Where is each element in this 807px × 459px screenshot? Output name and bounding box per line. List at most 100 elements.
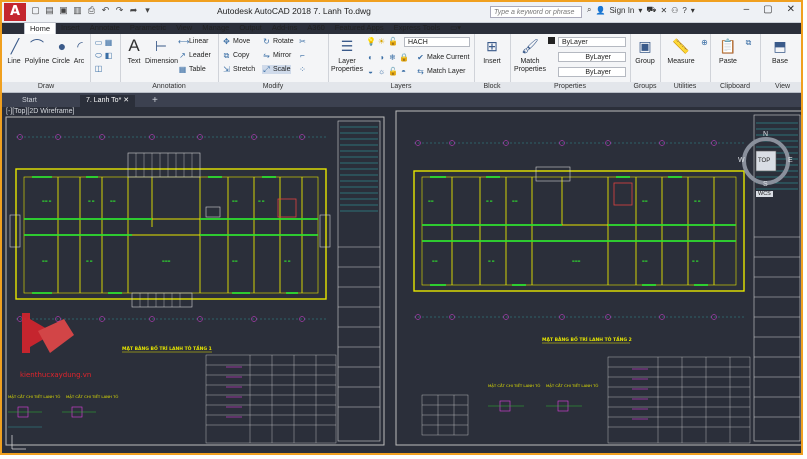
viewcube-top[interactable]: TOP (758, 158, 770, 164)
sign-in-link[interactable]: Sign In (609, 6, 634, 15)
viewcube-east[interactable]: E (788, 157, 793, 164)
tab-insert[interactable]: Insert (56, 22, 85, 34)
tab-a360[interactable]: A360 (302, 22, 330, 34)
redo-icon[interactable]: ↷ (114, 5, 125, 16)
color-dropdown[interactable]: ByLayer (558, 37, 626, 47)
move-tool[interactable]: ✥ Move (222, 37, 250, 46)
layer-unlock-icon[interactable]: 🔓 (388, 67, 398, 76)
layer-isolate-icon[interactable]: ◑ (377, 53, 386, 62)
cart-icon[interactable]: ⛟ (646, 5, 656, 15)
stretch-tool[interactable]: ⇲ Stretch (222, 65, 255, 74)
help-icon[interactable]: ? (682, 6, 686, 15)
make-current-tool[interactable]: ✔ Make Current (416, 53, 469, 62)
panel-properties-title[interactable]: Properties (510, 82, 630, 92)
search-input[interactable]: Type a keyword or phrase (490, 6, 582, 18)
tab-add-ins[interactable]: Add-ins (267, 22, 302, 34)
measure-tool[interactable]: 📏 Measure (664, 36, 698, 66)
table-tool[interactable]: ▦ Table (178, 65, 206, 74)
trim-tool[interactable]: ✂ (298, 37, 307, 46)
hatch-tool[interactable]: ▦ (104, 38, 113, 47)
dimension-tool[interactable]: ⊢ Dimension (145, 36, 178, 66)
text-tool[interactable]: A Text (124, 36, 144, 66)
panel-groups-title[interactable]: Groups (630, 82, 660, 92)
tab-start[interactable]: Start (16, 95, 43, 107)
panel-utilities-title[interactable]: Utilities (660, 82, 710, 92)
new-tab-button[interactable]: + (146, 95, 164, 107)
quick-select-icon[interactable]: ⊕ (700, 38, 709, 47)
sun-icon[interactable]: ☀ (377, 37, 386, 46)
array-tool[interactable]: ⁘ (298, 65, 307, 74)
panel-layers-title[interactable]: Layers (328, 82, 474, 92)
base-view-tool[interactable]: ⬒ Base (766, 36, 794, 66)
new-icon[interactable]: ▢ (30, 5, 41, 16)
layer-thaw-icon[interactable]: ☼ (377, 67, 386, 76)
layer-properties-tool[interactable]: ☰ Layer Properties (331, 36, 363, 74)
polyline-tool[interactable]: ⌒ Polyline (24, 36, 50, 66)
copy-clip-tool[interactable]: ⧉ (744, 38, 753, 47)
arc-tool[interactable]: ◜ Arc (70, 36, 88, 66)
layer-on-icon[interactable]: ◓ (399, 67, 408, 76)
gradient-tool[interactable]: ◧ (104, 51, 113, 60)
user-icon[interactable]: 👤 (595, 6, 605, 15)
scale-tool[interactable]: ⤢ Scale (262, 65, 291, 74)
viewcube-south[interactable]: S (763, 181, 768, 188)
panel-block-title[interactable]: Block (474, 82, 510, 92)
undo-icon[interactable]: ↶ (100, 5, 111, 16)
linear-tool[interactable]: ⟷ Linear (178, 37, 208, 46)
open-icon[interactable]: ▤ (44, 5, 55, 16)
rectangle-tool[interactable]: ▭ (94, 38, 103, 47)
layer-freeze-icon[interactable]: ❄ (388, 53, 397, 62)
rotate-tool[interactable]: ↻ Rotate (262, 37, 293, 46)
tab-featured-apps[interactable]: Featured Apps (330, 22, 389, 34)
layer-off-icon[interactable]: ◐ (366, 53, 375, 62)
chevron-down-icon[interactable]: ▾ (691, 6, 695, 15)
close-icon[interactable]: ✕ (787, 4, 795, 15)
print-icon[interactable]: ⎙ (86, 5, 97, 16)
maximize-icon[interactable]: ▢ (763, 4, 772, 15)
panel-clipboard-title[interactable]: Clipboard (710, 82, 760, 92)
workspace-dropdown-icon[interactable]: ▾ (142, 5, 153, 16)
circle-tool[interactable]: ● Circle (52, 36, 70, 66)
close-tab-icon[interactable]: ✕ (123, 97, 129, 104)
ribbon-toggle-icon[interactable]: ▭▾ (445, 22, 466, 34)
search-icon[interactable]: ⌕ (587, 5, 591, 15)
group-tool[interactable]: ▣ Group (632, 36, 658, 66)
ellipse-tool[interactable]: ⬭ (94, 51, 103, 60)
application-menu-button[interactable]: A (4, 3, 26, 21)
match-layer-tool[interactable]: ⇆ Match Layer (416, 67, 465, 76)
exchange-icon[interactable]: ✕ (660, 6, 667, 15)
tab-home[interactable]: Home (24, 22, 57, 34)
panel-draw-title[interactable]: Draw (2, 82, 90, 92)
share-icon[interactable]: ➦ (128, 5, 139, 16)
paste-tool[interactable]: 📋 Paste (714, 36, 742, 66)
tab-parametric[interactable]: Parametric (125, 22, 171, 34)
viewcube-north[interactable]: N (763, 131, 768, 138)
viewcube-west[interactable]: W (738, 157, 745, 164)
tab-express-tools[interactable]: Express Tools (389, 22, 446, 34)
insert-tool[interactable]: ⊞ Insert (477, 36, 507, 66)
tab-active-drawing[interactable]: 7. Lanh To* ✕ (80, 95, 136, 107)
save-as-icon[interactable]: ▥ (72, 5, 83, 16)
lightbulb-icon[interactable]: 💡 (366, 37, 376, 46)
mirror-tool[interactable]: ⇋ Mirror (262, 51, 291, 60)
match-properties-tool[interactable]: 🖌 Match Properties (513, 36, 547, 74)
lock-icon[interactable]: 🔓 (388, 37, 398, 46)
layer-lock-icon[interactable]: 🔒 (399, 53, 409, 62)
panel-modify-title[interactable]: Modify (218, 82, 328, 92)
community-icon[interactable]: ⚇ (671, 6, 678, 15)
layer-unisolate-icon[interactable]: ◒ (366, 67, 375, 76)
chevron-down-icon[interactable]: ▾ (638, 6, 642, 15)
line-tool[interactable]: ╱ Line (5, 36, 23, 66)
linetype-dropdown[interactable]: ByLayer (558, 52, 626, 62)
tab-output[interactable]: Output (234, 22, 267, 34)
wcs-menu[interactable]: WCS (756, 191, 773, 197)
tab-manage[interactable]: Manage (197, 22, 234, 34)
lineweight-dropdown[interactable]: ByLayer (558, 67, 626, 77)
leader-tool[interactable]: ↗ Leader (178, 51, 211, 60)
save-icon[interactable]: ▣ (58, 5, 69, 16)
boundary-tool[interactable]: ◫ (94, 64, 103, 73)
layer-dropdown[interactable]: HACH (404, 37, 470, 47)
fillet-tool[interactable]: ⌐ (298, 51, 307, 60)
panel-annotation-title[interactable]: Annotation (120, 82, 218, 92)
model-space-canvas[interactable]: [-][Top][2D Wireframe] ▬▬ ▬ ▬ ▬ ▬▬ ▬▬ ▬ … (2, 107, 801, 453)
